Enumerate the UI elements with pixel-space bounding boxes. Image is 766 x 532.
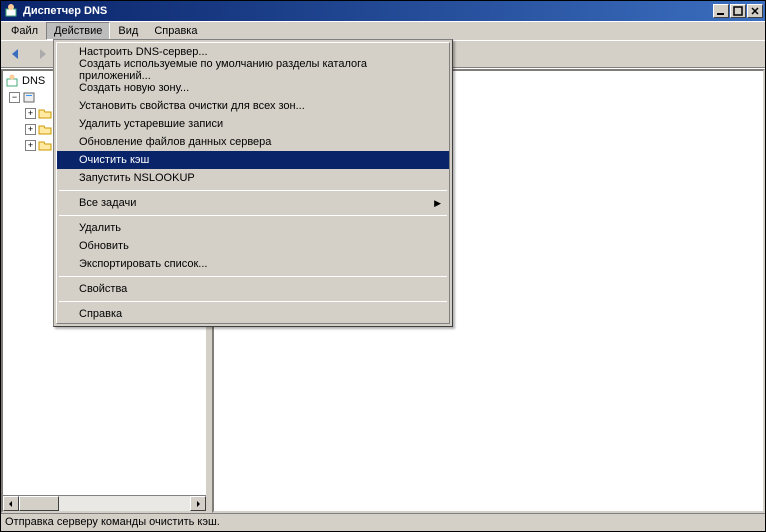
menu-export-list[interactable]: Экспортировать список... [57, 255, 449, 273]
maximize-button[interactable] [730, 4, 746, 18]
menu-new-zone[interactable]: Создать новую зону... [57, 79, 449, 97]
menu-label: Все задачи [79, 197, 136, 209]
scroll-thumb[interactable] [19, 496, 59, 511]
menu-view[interactable]: Вид [110, 22, 146, 40]
scroll-track[interactable] [19, 496, 190, 511]
menu-file[interactable]: Файл [3, 22, 46, 40]
expand-icon[interactable]: + [25, 108, 36, 119]
menu-scavenge-stale[interactable]: Удалить устаревшие записи [57, 115, 449, 133]
dns-icon [5, 74, 19, 88]
menu-refresh[interactable]: Обновить [57, 237, 449, 255]
submenu-arrow-icon: ▶ [434, 198, 441, 209]
titlebar: Диспетчер DNS [1, 1, 765, 21]
status-text: Отправка серверу команды очистить кэш. [5, 516, 220, 528]
statusbar: Отправка серверу команды очистить кэш. [1, 513, 765, 531]
close-button[interactable] [747, 4, 763, 18]
menu-help[interactable]: Справка [57, 305, 449, 323]
back-button[interactable] [5, 43, 27, 65]
app-icon [3, 3, 19, 19]
menu-delete[interactable]: Удалить [57, 219, 449, 237]
menu-launch-nslookup[interactable]: Запустить NSLOOKUP [57, 169, 449, 187]
menu-create-default-partitions[interactable]: Создать используемые по умолчанию раздел… [57, 61, 449, 79]
h-scrollbar[interactable] [3, 495, 206, 511]
expand-icon[interactable]: + [25, 124, 36, 135]
menu-separator [59, 215, 447, 216]
menu-separator [59, 190, 447, 191]
server-icon [22, 90, 36, 104]
menu-help[interactable]: Справка [146, 22, 205, 40]
menu-all-tasks[interactable]: Все задачи ▶ [57, 194, 449, 212]
menu-separator [59, 276, 447, 277]
folder-icon [38, 122, 52, 136]
folder-icon [38, 138, 52, 152]
menu-separator [59, 301, 447, 302]
menu-clear-cache[interactable]: Очистить кэш [57, 151, 449, 169]
window-title: Диспетчер DNS [23, 5, 713, 17]
collapse-icon[interactable]: − [9, 92, 20, 103]
menu-set-aging[interactable]: Установить свойства очистки для всех зон… [57, 97, 449, 115]
menu-update-data-files[interactable]: Обновление файлов данных сервера [57, 133, 449, 151]
window-controls [713, 4, 763, 18]
expand-icon[interactable]: + [25, 140, 36, 151]
minimize-button[interactable] [713, 4, 729, 18]
action-dropdown: Настроить DNS-сервер... Создать использу… [53, 39, 453, 327]
menu-properties[interactable]: Свойства [57, 280, 449, 298]
scroll-right-button[interactable] [190, 496, 206, 511]
menu-action[interactable]: Действие [46, 22, 110, 40]
forward-button[interactable] [31, 43, 53, 65]
scroll-left-button[interactable] [3, 496, 19, 511]
menubar: Файл Действие Вид Справка [1, 21, 765, 40]
folder-icon [38, 106, 52, 120]
tree-label: DNS [22, 75, 45, 87]
